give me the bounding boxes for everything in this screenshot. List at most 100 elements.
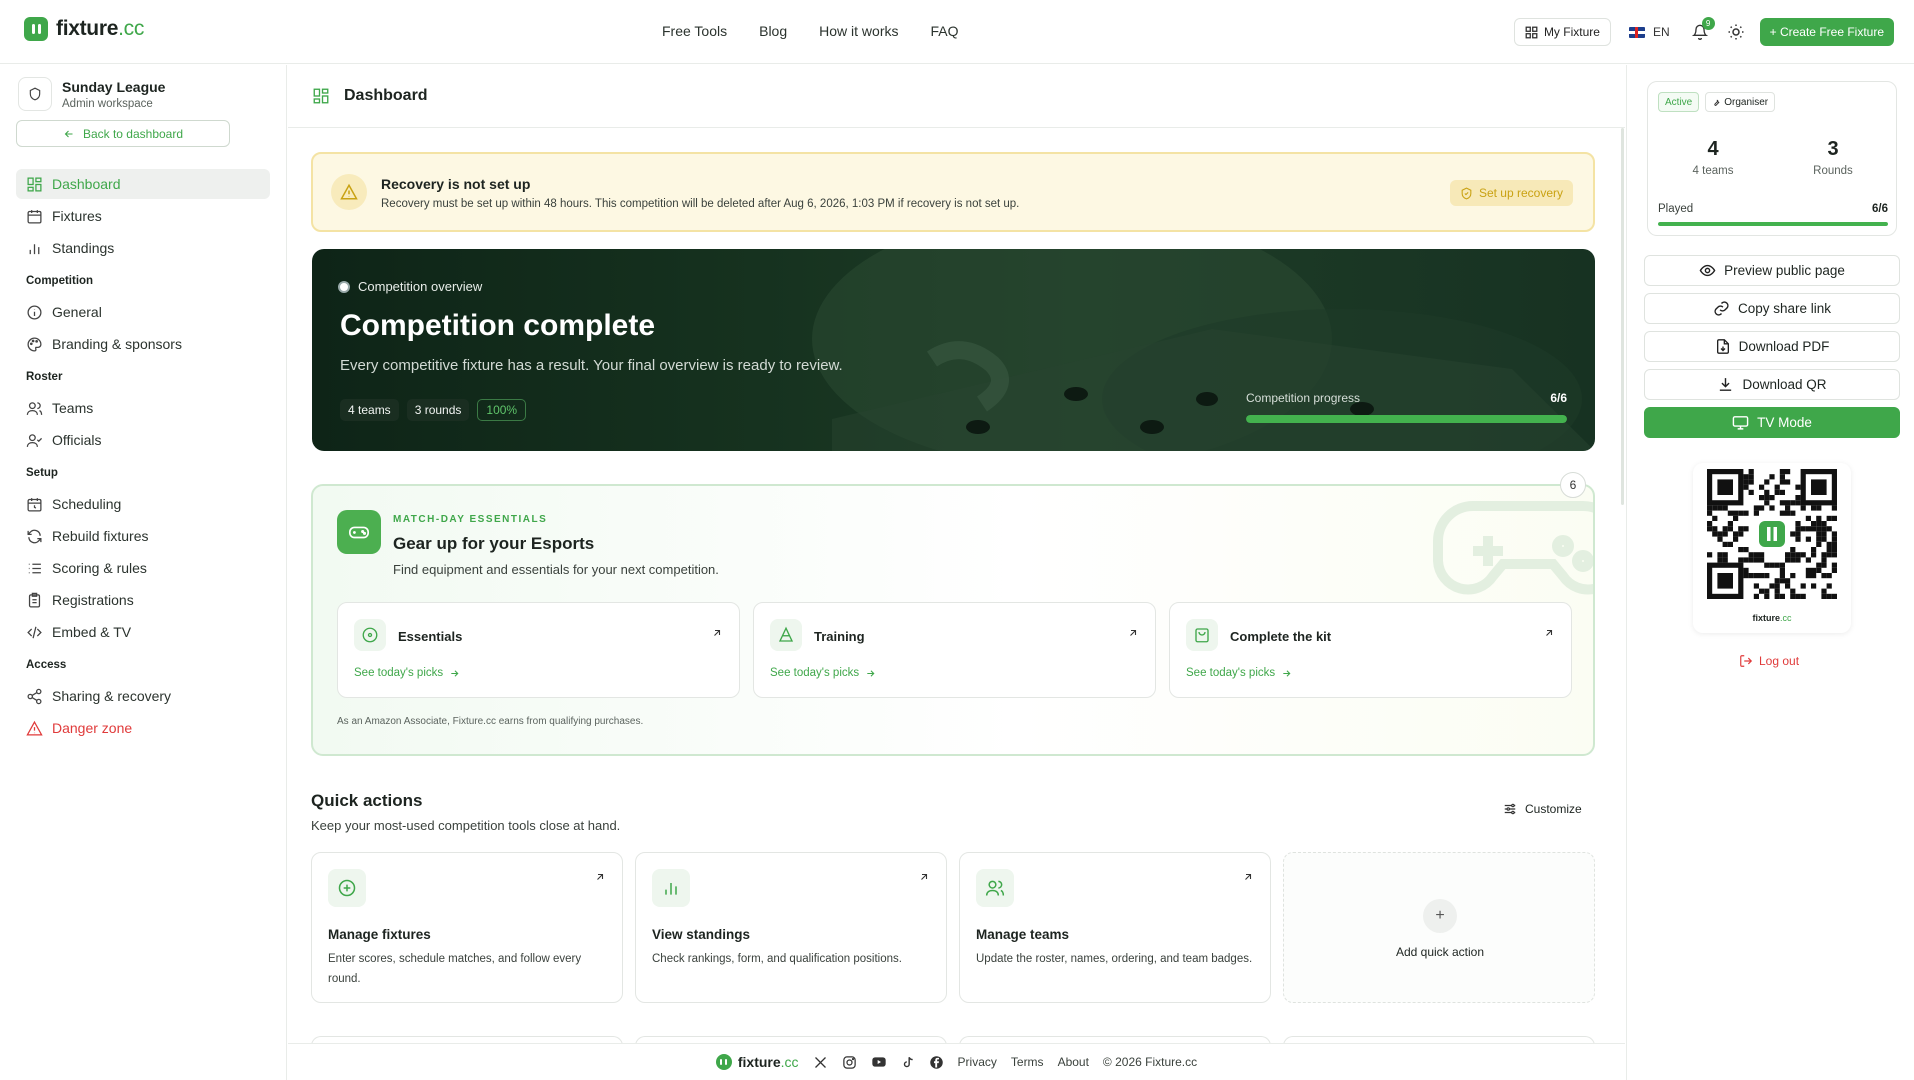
clipboard-icon xyxy=(28,592,41,608)
my-fixture-button[interactable]: My Fixture xyxy=(1513,18,1611,46)
palette-icon xyxy=(27,336,42,352)
top-bar: fixture.cc Free Tools Blog How it works … xyxy=(0,0,1914,64)
quick-action-manage-teams[interactable]: Manage teams Update the roster, names, o… xyxy=(959,852,1271,1003)
sidebar: Sunday League Admin workspace Back to da… xyxy=(0,65,287,1080)
see-picks-link[interactable]: See today's picks xyxy=(1186,667,1292,679)
footer-link-privacy[interactable]: Privacy xyxy=(958,1055,997,1069)
quick-action-manage-fixtures[interactable]: Manage fixtures Enter scores, schedule m… xyxy=(311,852,623,1003)
youtube-icon[interactable] xyxy=(871,1054,887,1070)
arrow-up-right-icon xyxy=(1546,629,1553,636)
plus-icon: + xyxy=(1423,899,1457,933)
org-name: Sunday League xyxy=(62,78,166,95)
nav-how-it-works[interactable]: How it works xyxy=(819,23,898,39)
role-badge: Organiser xyxy=(1705,92,1776,112)
set-up-recovery-button[interactable]: Set up recovery xyxy=(1449,180,1573,206)
sidebar-item-scoring[interactable]: Scoring & rules xyxy=(16,553,270,583)
quick-action-view-standings[interactable]: View standings Check rankings, form, and… xyxy=(635,852,947,1003)
header-actions: My Fixture EN 9 + Create Free Fixture xyxy=(1513,17,1894,46)
page-title: Dashboard xyxy=(344,87,428,104)
cone-icon xyxy=(770,619,802,651)
download-pdf-button[interactable]: Download PDF xyxy=(1644,331,1900,362)
essentials-card-training[interactable]: Training See today's picks xyxy=(753,602,1156,698)
shield-icon xyxy=(18,77,52,111)
code-icon xyxy=(27,626,42,638)
facebook-icon[interactable] xyxy=(929,1055,944,1070)
essentials-kicker: MATCH-DAY ESSENTIALS xyxy=(393,514,548,525)
arrow-left-icon xyxy=(64,130,73,137)
nav-faq[interactable]: FAQ xyxy=(931,23,959,39)
arrow-up-right-icon xyxy=(921,873,928,880)
tiktok-icon[interactable] xyxy=(901,1055,915,1070)
logo-name: fixture xyxy=(56,17,119,40)
sidebar-section-access: Access xyxy=(26,659,67,671)
tv-mode-button[interactable]: TV Mode xyxy=(1644,407,1900,438)
footer-link-terms[interactable]: Terms xyxy=(1011,1055,1044,1069)
sidebar-item-rebuild-fixtures[interactable]: Rebuild fixtures xyxy=(16,521,270,551)
alert-description: Recovery must be set up within 48 hours.… xyxy=(381,198,1020,210)
footer: fixture.cc Privacy Terms About © 2026 Fi… xyxy=(288,1043,1625,1080)
sidebar-item-branding[interactable]: Branding & sponsors xyxy=(16,329,270,359)
uk-flag-icon xyxy=(1628,26,1645,38)
x-twitter-icon[interactable] xyxy=(813,1055,828,1070)
status-badge: Active xyxy=(1658,92,1700,112)
footer-logo[interactable]: fixture.cc xyxy=(715,1054,799,1070)
hero-kicker: Competition overview xyxy=(338,279,482,294)
download-qr-button[interactable]: Download QR xyxy=(1644,369,1900,400)
sidebar-item-danger-zone[interactable]: Danger zone xyxy=(16,713,270,743)
wrench-icon xyxy=(1714,99,1720,106)
sidebar-item-general[interactable]: General xyxy=(16,297,270,327)
sidebar-item-officials[interactable]: Officials xyxy=(16,425,270,455)
sidebar-item-standings[interactable]: Standings xyxy=(16,233,270,263)
sidebar-section-setup: Setup xyxy=(26,467,58,479)
language-selector[interactable]: EN xyxy=(1623,25,1676,39)
competition-progress: Competition progress 6/6 xyxy=(1246,391,1567,423)
org-switcher[interactable]: Sunday League Admin workspace xyxy=(18,77,165,111)
progress-bar xyxy=(1246,415,1567,423)
plus-circle-icon xyxy=(328,869,366,907)
sidebar-nav: Dashboard Fixtures Standings Competition… xyxy=(16,169,270,745)
back-to-dashboard-button[interactable]: Back to dashboard xyxy=(16,120,230,147)
essentials-card-complete-kit[interactable]: Complete the kit See today's picks xyxy=(1169,602,1572,698)
theme-toggle[interactable] xyxy=(1724,20,1748,44)
dashboard-grid-icon xyxy=(313,88,329,104)
nav-blog[interactable]: Blog xyxy=(759,23,787,39)
preview-public-page-button[interactable]: Preview public page xyxy=(1644,255,1900,286)
qr-code-card[interactable]: fixture.cc xyxy=(1693,463,1851,633)
scrollbar[interactable] xyxy=(1621,128,1624,505)
customize-button[interactable]: Customize xyxy=(1503,802,1582,816)
sidebar-item-scheduling[interactable]: Scheduling xyxy=(16,489,270,519)
sidebar-item-registrations[interactable]: Registrations xyxy=(16,585,270,615)
sidebar-item-teams[interactable]: Teams xyxy=(16,393,270,423)
add-quick-action-button[interactable]: + Add quick action xyxy=(1283,852,1595,1003)
sun-icon xyxy=(1728,24,1744,40)
info-icon xyxy=(27,304,42,320)
competition-stats-card: Active Organiser 44 teams 3 Rounds Played… xyxy=(1647,81,1897,236)
sidebar-item-embed-tv[interactable]: Embed & TV xyxy=(16,617,270,647)
logo[interactable]: fixture.cc xyxy=(24,17,144,41)
link-icon xyxy=(1714,301,1729,316)
instagram-icon[interactable] xyxy=(842,1055,857,1070)
arrow-right-icon xyxy=(451,669,459,677)
create-fixture-button[interactable]: + Create Free Fixture xyxy=(1759,18,1894,46)
copy-share-link-button[interactable]: Copy share link xyxy=(1644,293,1900,324)
sidebar-item-fixtures[interactable]: Fixtures xyxy=(16,201,270,231)
essentials-card-essentials[interactable]: Essentials See today's picks xyxy=(337,602,740,698)
notifications-button[interactable]: 9 xyxy=(1688,17,1715,44)
see-picks-link[interactable]: See today's picks xyxy=(770,667,876,679)
warning-icon xyxy=(26,720,43,736)
sliders-icon xyxy=(1504,803,1516,815)
sidebar-item-dashboard[interactable]: Dashboard xyxy=(16,169,270,199)
teams-chip: 4 teams xyxy=(340,399,399,421)
refresh-icon xyxy=(27,529,42,543)
users-icon xyxy=(976,869,1014,907)
nav-free-tools[interactable]: Free Tools xyxy=(662,23,727,39)
main-nav: Free Tools Blog How it works FAQ xyxy=(662,23,959,39)
sidebar-item-sharing[interactable]: Sharing & recovery xyxy=(16,681,270,711)
target-icon xyxy=(354,619,386,651)
see-picks-link[interactable]: See today's picks xyxy=(354,667,460,679)
log-out-button[interactable]: Log out xyxy=(1739,654,1799,668)
bar-chart-icon xyxy=(29,243,40,254)
logo-mark-icon xyxy=(715,1054,732,1070)
essentials-count-badge: 6 xyxy=(1560,472,1586,498)
footer-link-about[interactable]: About xyxy=(1058,1055,1089,1069)
